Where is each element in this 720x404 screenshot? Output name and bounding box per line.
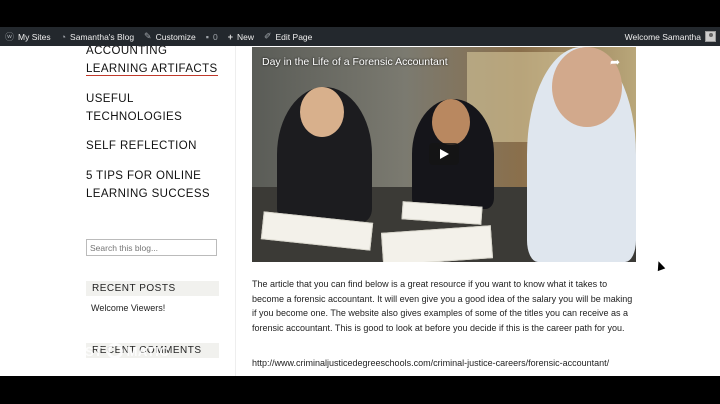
- welcome-label: Welcome Samantha: [624, 31, 701, 42]
- video-face-left: [300, 87, 344, 137]
- video-letterbox-top: [0, 0, 720, 27]
- recent-posts-title: RECENT POSTS: [86, 281, 219, 296]
- brush-icon: ✎: [144, 31, 152, 41]
- watermark-logo-icon: [106, 343, 123, 359]
- wordpress-logo-icon: ⓦ: [5, 32, 15, 42]
- nav-link-5-tips[interactable]: 5 TIPS FOR ONLINE: [86, 167, 201, 185]
- dashboard-icon: ◔: [60, 31, 67, 42]
- my-sites-label: My Sites: [18, 31, 51, 42]
- article-link[interactable]: http://www.criminaljusticedegreeschools.…: [252, 358, 609, 368]
- play-button[interactable]: [429, 143, 459, 165]
- nav-link-accounting[interactable]: ACCOUNTING: [86, 46, 167, 60]
- watermark-line2b: MATIC: [126, 343, 170, 359]
- article-body: The article that you can find below is a…: [252, 279, 633, 333]
- edit-page-label: Edit Page: [275, 31, 313, 42]
- mouse-cursor-icon: [654, 259, 666, 272]
- video-title[interactable]: Day in the Life of a Forensic Accountant: [262, 56, 448, 68]
- edit-page-link[interactable]: ✐ Edit Page: [259, 27, 317, 46]
- sidebar: ACCOUNTING LEARNING ARTIFACTS USEFUL TEC…: [0, 46, 236, 376]
- video-face-middle: [432, 99, 470, 145]
- comment-bubble-icon: ▪: [205, 31, 209, 42]
- new-content-menu[interactable]: + New: [223, 27, 259, 46]
- share-icon[interactable]: ➦: [610, 55, 620, 69]
- new-label: New: [236, 31, 254, 42]
- nav-link-learning-artifacts[interactable]: LEARNING ARTIFACTS: [86, 60, 218, 78]
- nav-link-learning-success[interactable]: LEARNING SUCCESS: [86, 185, 210, 203]
- plus-icon: +: [227, 31, 233, 42]
- video-paper: [380, 225, 494, 262]
- blog-name-label: Samantha's Blog: [70, 31, 135, 42]
- page-content: ACCOUNTING LEARNING ARTIFACTS USEFUL TEC…: [0, 46, 720, 376]
- search-input[interactable]: [86, 239, 217, 256]
- comments-count: 0: [212, 31, 218, 42]
- comments-link[interactable]: ▪ 0: [201, 27, 223, 46]
- pencil-icon: ✐: [263, 31, 272, 41]
- avatar: [705, 31, 716, 42]
- nav-link-useful[interactable]: USEFUL: [86, 90, 134, 108]
- video-player[interactable]: Day in the Life of a Forensic Accountant…: [252, 47, 636, 262]
- video-letterbox-bottom: [0, 376, 720, 404]
- admin-bar: ⓦ My Sites ◔ Samantha's Blog ✎ Customize…: [0, 27, 720, 46]
- watermark-line2a: SCREENCAST: [8, 343, 103, 359]
- my-sites-menu[interactable]: ⓦ My Sites: [0, 27, 56, 46]
- nav-link-technologies[interactable]: TECHNOLOGIES: [86, 108, 182, 126]
- blog-name-menu[interactable]: ◔ Samantha's Blog: [56, 27, 139, 46]
- recent-post-link[interactable]: Welcome Viewers!: [91, 303, 165, 313]
- account-menu[interactable]: Welcome Samantha: [620, 27, 720, 46]
- customize-label: Customize: [155, 31, 196, 42]
- customize-link[interactable]: ✎ Customize: [139, 27, 201, 46]
- screencast-watermark: RECORDED WITH SCREENCAST MATIC: [8, 337, 169, 359]
- nav-link-self-reflection[interactable]: SELF REFLECTION: [86, 137, 197, 155]
